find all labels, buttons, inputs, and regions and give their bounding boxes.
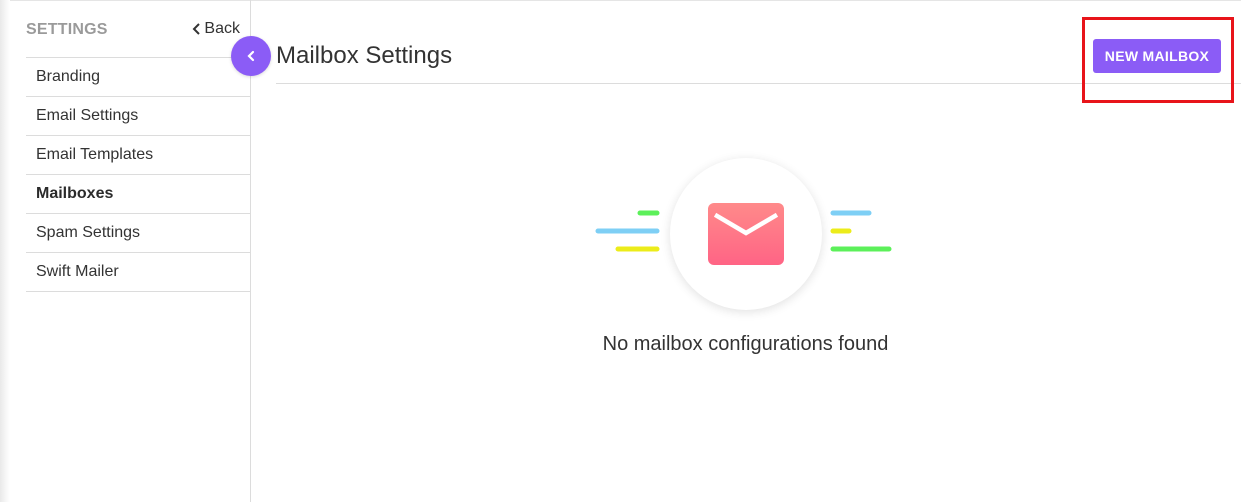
new-mailbox-button[interactable]: NEW MAILBOX	[1093, 39, 1221, 73]
envelope-circle	[670, 158, 822, 310]
settings-nav: Branding Email Settings Email Templates …	[26, 58, 250, 292]
back-link[interactable]: Back	[192, 20, 240, 38]
sidebar-item-email-templates[interactable]: Email Templates	[26, 136, 250, 175]
empty-state-illustration	[590, 155, 900, 315]
chevron-left-icon	[193, 23, 201, 35]
app-root: SETTINGS Back Branding Email Settings Em…	[0, 0, 1241, 502]
page-title: Mailbox Settings	[276, 42, 453, 69]
sidebar-item-mailboxes[interactable]: Mailboxes	[26, 175, 250, 214]
sidebar-item-label: Branding	[36, 68, 101, 85]
chevron-left-icon	[247, 50, 255, 62]
collapse-sidebar-button[interactable]	[231, 36, 271, 76]
sidebar-item-spam-settings[interactable]: Spam Settings	[26, 214, 250, 253]
settings-sidebar: SETTINGS Back Branding Email Settings Em…	[0, 0, 251, 502]
sidebar-item-email-settings[interactable]: Email Settings	[26, 97, 250, 136]
sidebar-header: SETTINGS Back	[26, 0, 250, 58]
sidebar-item-label: Email Templates	[36, 146, 154, 163]
sidebar-item-branding[interactable]: Branding	[26, 58, 250, 97]
sidebar-item-swift-mailer[interactable]: Swift Mailer	[26, 253, 250, 292]
motion-lines-left	[595, 210, 660, 252]
sidebar-item-label: Swift Mailer	[36, 263, 119, 280]
envelope-icon	[708, 203, 784, 265]
motion-lines-right	[830, 210, 892, 252]
sidebar-item-label: Spam Settings	[36, 224, 141, 241]
sidebar-item-label: Mailboxes	[36, 185, 114, 202]
sidebar-item-label: Email Settings	[36, 107, 139, 124]
sidebar-title: SETTINGS	[26, 21, 108, 38]
back-label: Back	[204, 20, 240, 37]
empty-state-message: No mailbox configurations found	[602, 333, 889, 355]
